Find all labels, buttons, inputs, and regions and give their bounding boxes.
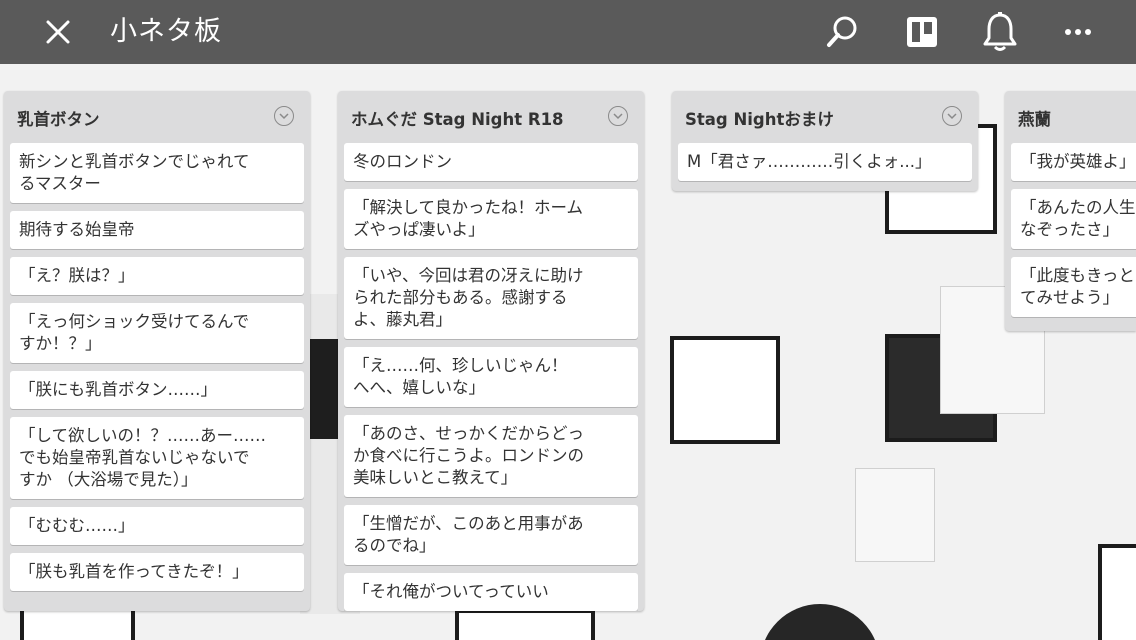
list-card[interactable]: M「君さァ…………引くよォ...」 [678,143,972,181]
list-header: ホムぐだ Stag Night R18 [338,91,644,143]
list-card[interactable]: 「あのさ、せっかくだからどっ か食べに行こうよ。ロンドンの 美味しいとこ教えて」 [344,415,638,497]
list-title: ホムぐだ Stag Night R18 [351,110,564,129]
list-card[interactable]: 期待する始皇帝 [10,211,304,249]
card-list: 冬のロンドン 「解決して良かったね！ホーム ズやっぱ凄いよ」 「いや、今回は君の… [338,143,644,611]
bell-icon[interactable] [978,10,1022,54]
list-title: 乳首ボタン [17,110,100,129]
list-card[interactable]: 「解決して良かったね！ホーム ズやっぱ凄いよ」 [344,189,638,249]
close-icon[interactable] [36,10,80,54]
list-card[interactable]: 「朕にも乳首ボタン……」 [10,371,304,409]
list-header: Stag Nightおまけ [672,91,978,143]
list-card[interactable]: 冬のロンドン [344,143,638,181]
list-card[interactable]: 「生憎だが、このあと用事があ るのでね」 [344,505,638,565]
list-stag-night-extra: Stag Nightおまけ M「君さァ…………引くよォ...」 [672,91,978,191]
list-card[interactable]: 「あんたの人生 なぞったさ」 [1011,189,1136,249]
list-card[interactable]: 「えっ何ショック受けてるんで すか！？」 [10,303,304,363]
board-header: 小ネタ板 [0,0,1136,64]
list-header: 乳首ボタン [4,91,310,143]
board-view-icon[interactable] [900,10,944,54]
list-card[interactable]: 「して欲しいの！？……あー…… でも始皇帝乳首ないじゃないで すか （大浴場で見… [10,417,304,499]
list-enran: 燕蘭 「我が英雄よ」 「あんたの人生 なぞったさ」 「此度もきっと てみせよう」 [1005,91,1136,331]
list-header: 燕蘭 [1005,91,1136,143]
list-title: Stag Nightおまけ [685,110,834,129]
more-icon[interactable] [1056,10,1100,54]
list-menu-chevron-icon[interactable] [274,106,294,126]
list-stag-night: ホムぐだ Stag Night R18 冬のロンドン 「解決して良かったね！ホー… [338,91,644,611]
list-card[interactable]: 「むむむ……」 [10,507,304,545]
board-title: 小ネタ板 [110,16,222,47]
list-card[interactable]: 「え？朕は？」 [10,257,304,295]
card-list: M「君さァ…………引くよォ...」 [672,143,978,181]
list-card[interactable]: 「朕も乳首を作ってきたぞ！」 [10,553,304,591]
card-list: 「我が英雄よ」 「あんたの人生 なぞったさ」 「此度もきっと てみせよう」 [1005,143,1136,317]
list-card[interactable]: 「それ俺がついてっていい [344,573,638,611]
card-list: 新シンと乳首ボタンでじゃれて るマスター 期待する始皇帝 「え？朕は？」 「えっ… [4,143,310,591]
list-title: 燕蘭 [1018,110,1051,129]
list-nipple-button: 乳首ボタン 新シンと乳首ボタンでじゃれて るマスター 期待する始皇帝 「え？朕は… [4,91,310,611]
list-menu-chevron-icon[interactable] [942,106,962,126]
list-card[interactable]: 「いや、今回は君の冴えに助け られた部分もある。感謝する よ、藤丸君」 [344,257,638,339]
list-card[interactable]: 「我が英雄よ」 [1011,143,1136,181]
list-card[interactable]: 「此度もきっと てみせよう」 [1011,257,1136,317]
list-card[interactable]: 新シンと乳首ボタンでじゃれて るマスター [10,143,304,203]
list-menu-chevron-icon[interactable] [608,106,628,126]
list-card[interactable]: 「え……何、珍しいじゃん！ へへ、嬉しいな」 [344,347,638,407]
search-icon[interactable] [820,10,864,54]
